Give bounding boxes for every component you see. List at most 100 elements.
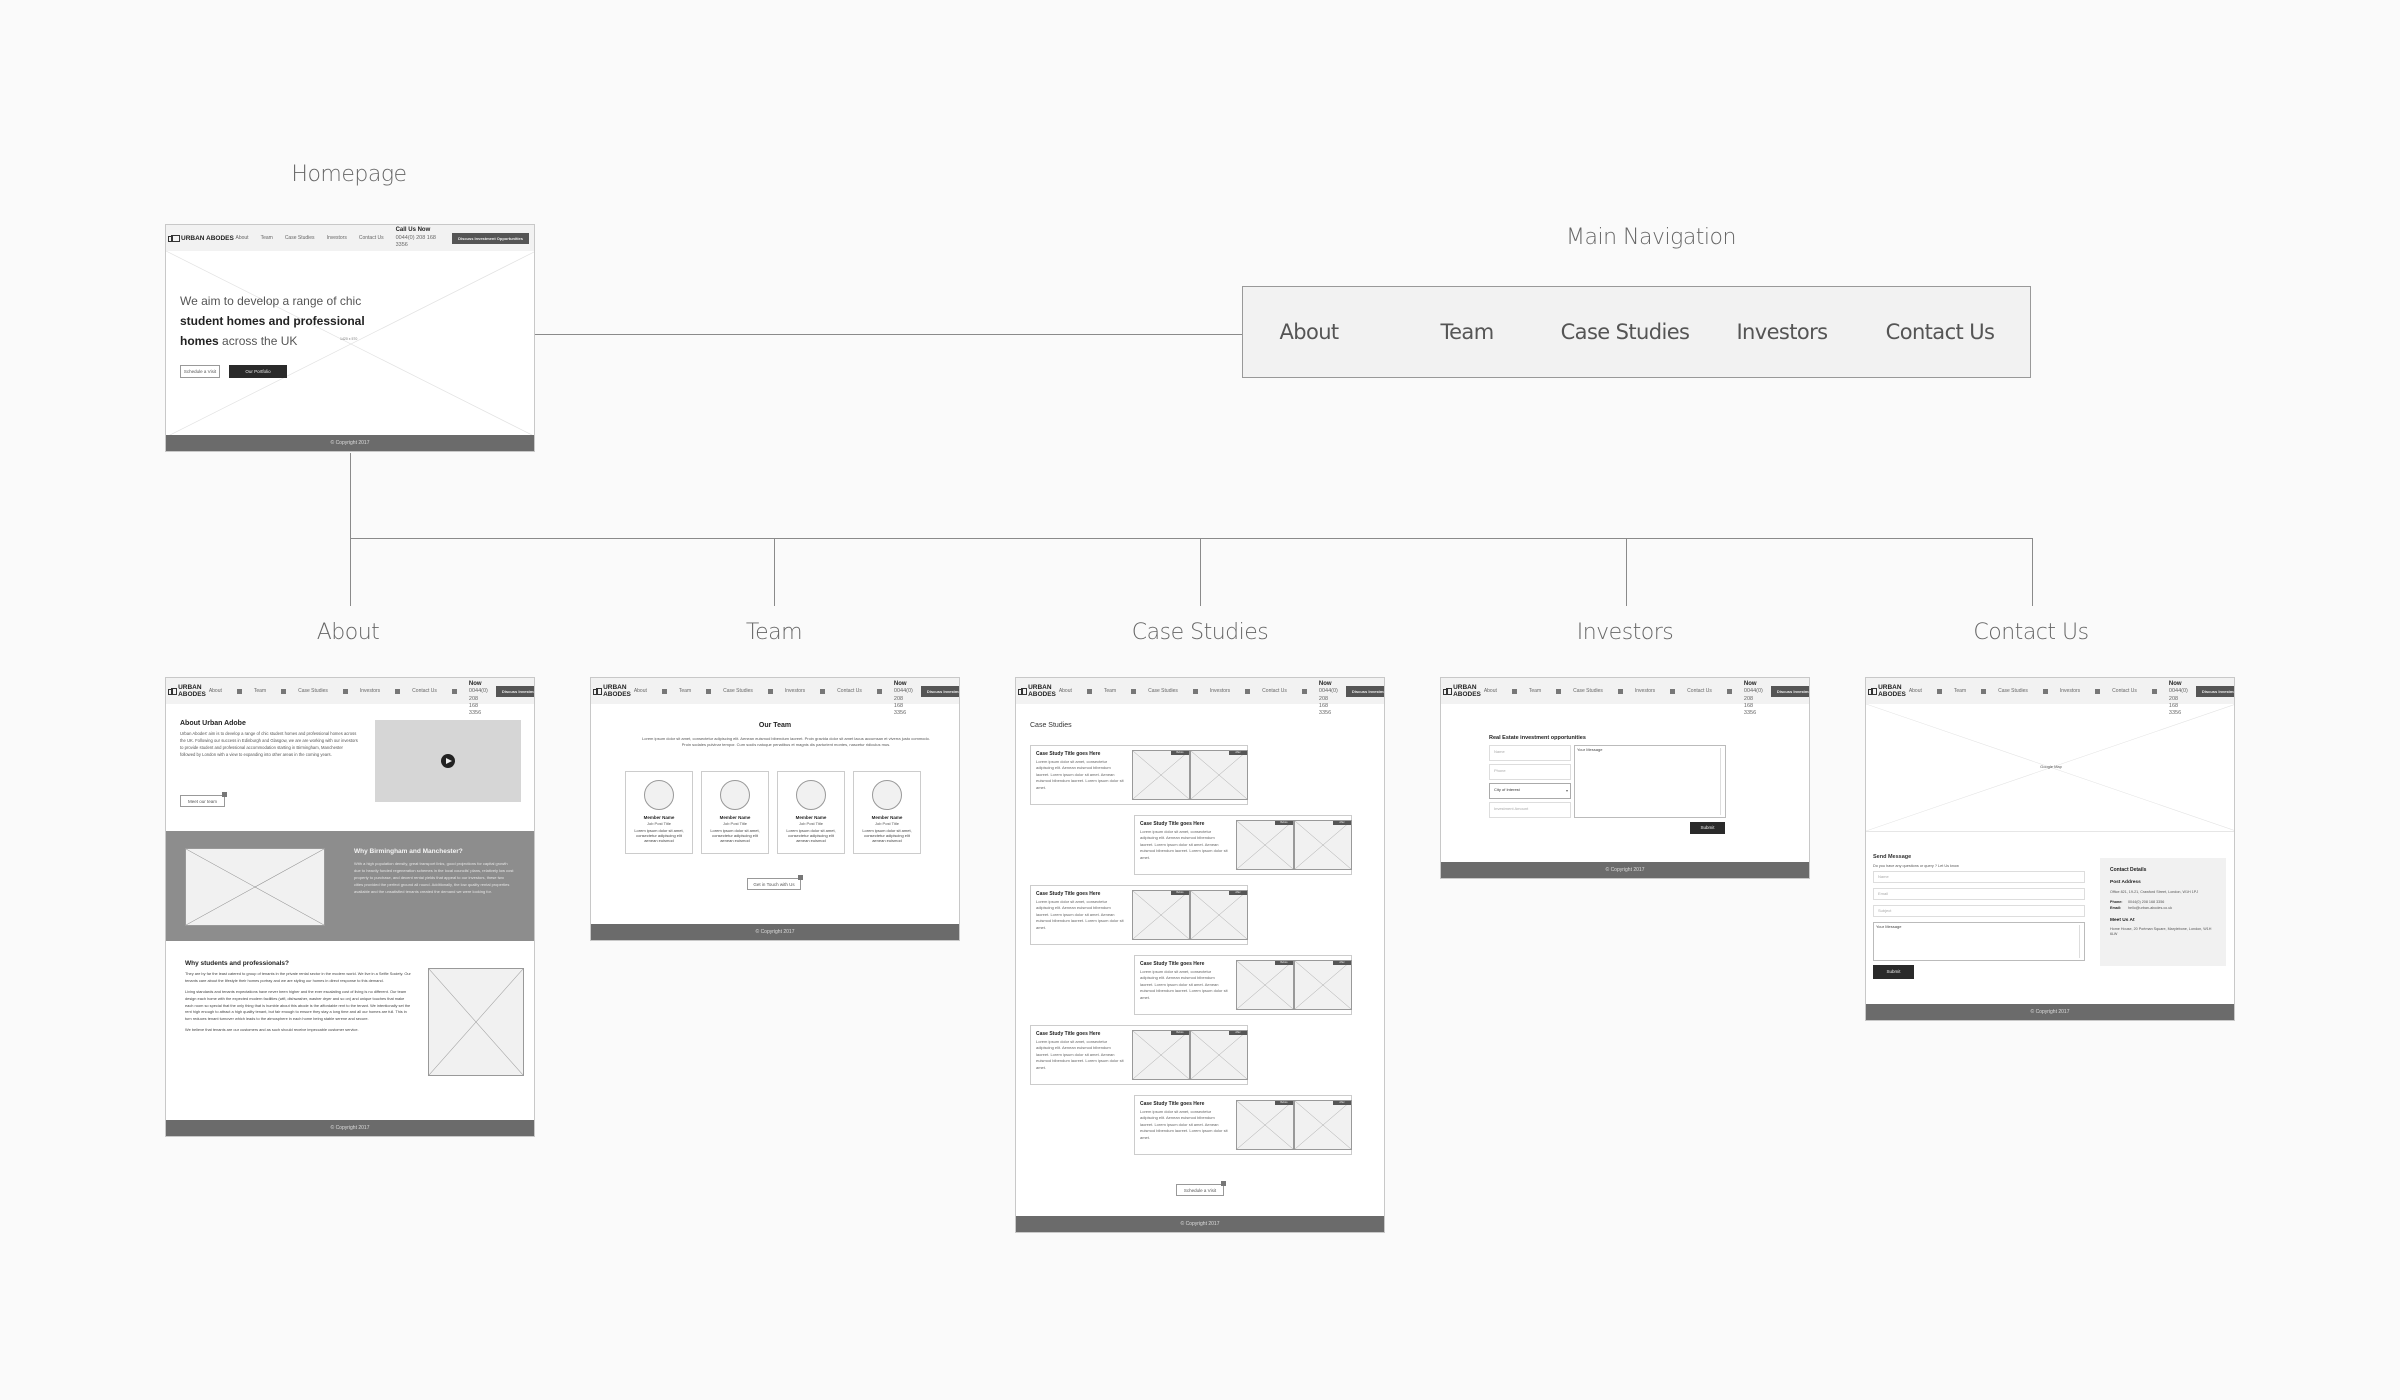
- nav-contact[interactable]: Contact Us: [412, 688, 457, 694]
- link-marker-icon: [222, 792, 227, 797]
- main-nav-case-studies[interactable]: Case Studies: [1561, 320, 1690, 344]
- logo[interactable]: URBAN ABODES: [1442, 684, 1484, 698]
- email-input[interactable]: Email: [1873, 888, 2085, 900]
- case-study-card[interactable]: Case Study Title goes Here Lorem ipsum d…: [1030, 885, 1248, 945]
- nav-case-studies[interactable]: Case Studies: [285, 235, 315, 241]
- nav-investors[interactable]: Investors: [1635, 688, 1676, 694]
- cta-button[interactable]: Discuss Investment Opportunities: [920, 685, 959, 697]
- case-study-card[interactable]: Case Study Title goes Here Lorem ipsum d…: [1134, 815, 1352, 875]
- nav-team[interactable]: Team: [254, 688, 287, 694]
- nav-team[interactable]: Team: [679, 688, 712, 694]
- link-marker-icon: [236, 688, 242, 694]
- phone-number[interactable]: 0044(0) 208 168 3356: [396, 235, 436, 248]
- after-tag: After: [1333, 1101, 1351, 1105]
- header-nav: About Team Case Studies Investors Contac…: [1484, 688, 1744, 694]
- nav-about[interactable]: About: [1484, 688, 1517, 694]
- case-study-text: Lorem ipsum dolor sit amet, consectetur …: [1036, 1039, 1124, 1070]
- building-icon: [592, 687, 603, 695]
- nav-team[interactable]: Team: [1104, 688, 1137, 694]
- cta-button[interactable]: Discuss Investment Opportunities: [1770, 685, 1809, 697]
- link-marker-icon: [1301, 688, 1307, 694]
- nav-contact[interactable]: Contact Us: [837, 688, 882, 694]
- nav-investors[interactable]: Investors: [360, 688, 401, 694]
- meet-team-button[interactable]: Meet our team: [180, 795, 225, 807]
- header-nav: About Team Case Studies Investors Contac…: [236, 235, 396, 241]
- city-select[interactable]: City of Interest ▾: [1489, 783, 1571, 799]
- main-nav-about[interactable]: About: [1279, 320, 1339, 344]
- message-textarea[interactable]: Your Message: [1873, 922, 2085, 961]
- connector-case-studies: [1200, 538, 1201, 606]
- get-in-touch-button[interactable]: Get in Touch with Us: [747, 878, 801, 890]
- logo[interactable]: URBAN ABODES: [167, 684, 209, 698]
- name-input[interactable]: Name: [1873, 871, 2085, 883]
- nav-about[interactable]: About: [634, 688, 667, 694]
- footer: © Copyright 2017: [166, 1120, 534, 1136]
- team-wireframe: URBAN ABODES About Team Case Studies Inv…: [590, 677, 960, 941]
- name-input[interactable]: Name: [1489, 745, 1571, 761]
- phone-input[interactable]: Phone: [1489, 764, 1571, 780]
- cta-button[interactable]: Discuss Investment Opportunities: [2195, 685, 2234, 697]
- case-studies-title: Case Studies: [1030, 722, 1072, 729]
- portfolio-button[interactable]: Our Portfolio: [229, 365, 287, 378]
- nav-investors[interactable]: Investors: [327, 235, 347, 241]
- logo[interactable]: URBAN ABODES: [168, 234, 236, 242]
- schedule-visit-button[interactable]: Schedule a Visit: [1176, 1184, 1224, 1196]
- header-nav: About Team Case Studies Investors Contac…: [209, 688, 469, 694]
- after-tag: After: [1333, 961, 1351, 965]
- cta-button[interactable]: Discuss Investment Opportunities: [452, 232, 529, 244]
- nav-case-studies[interactable]: Case Studies: [723, 688, 773, 694]
- case-study-card[interactable]: Case Study Title goes Here Lorem ipsum d…: [1134, 955, 1352, 1015]
- nav-contact[interactable]: Contact Us: [2112, 688, 2157, 694]
- nav-team[interactable]: Team: [1529, 688, 1562, 694]
- nav-team[interactable]: Team: [1954, 688, 1987, 694]
- nav-case-studies[interactable]: Case Studies: [1573, 688, 1623, 694]
- play-icon[interactable]: [441, 754, 455, 768]
- submit-button[interactable]: Submit: [1690, 822, 1725, 834]
- video-placeholder[interactable]: [375, 720, 521, 802]
- message-textarea[interactable]: Your Message: [1574, 745, 1726, 818]
- main-nav-contact[interactable]: Contact Us: [1886, 320, 1995, 344]
- nav-case-studies[interactable]: Case Studies: [1148, 688, 1198, 694]
- investment-amount-input[interactable]: Investment Amount: [1489, 802, 1571, 818]
- nav-contact[interactable]: Contact Us: [359, 235, 384, 241]
- nav-team[interactable]: Team: [261, 235, 273, 241]
- main-nav-team[interactable]: Team: [1440, 320, 1494, 344]
- case-study-text: Lorem ipsum dolor sit amet, consectetur …: [1140, 969, 1228, 1000]
- nav-case-studies[interactable]: Case Studies: [298, 688, 348, 694]
- contact-phone[interactable]: 0044(0) 208 168 3356: [2128, 900, 2164, 904]
- map-placeholder[interactable]: Google Map: [1866, 704, 2234, 832]
- nav-investors[interactable]: Investors: [1210, 688, 1251, 694]
- submit-button[interactable]: Submit: [1873, 965, 1914, 979]
- nav-investors[interactable]: Investors: [2060, 688, 2101, 694]
- nav-about[interactable]: About: [236, 235, 249, 241]
- nav-investors[interactable]: Investors: [785, 688, 826, 694]
- logo[interactable]: URBAN ABODES: [1867, 684, 1909, 698]
- logo[interactable]: URBAN ABODES: [1017, 684, 1059, 698]
- logo[interactable]: URBAN ABODES: [592, 684, 634, 698]
- case-study-card[interactable]: Case Study Title goes Here Lorem ipsum d…: [1030, 745, 1248, 805]
- nav-about[interactable]: About: [1059, 688, 1092, 694]
- contact-email[interactable]: hello@urban-abodes.co.uk: [2128, 906, 2172, 910]
- nav-contact[interactable]: Contact Us: [1262, 688, 1307, 694]
- before-image-placeholder: Before: [1236, 820, 1294, 870]
- case-study-title: Case Study Title goes Here: [1140, 1101, 1205, 1107]
- main-nav-investors[interactable]: Investors: [1736, 320, 1828, 344]
- link-marker-icon: [1131, 688, 1137, 694]
- link-marker-icon: [1086, 688, 1092, 694]
- subject-input[interactable]: Subject: [1873, 905, 2085, 917]
- cta-button[interactable]: Discuss Investment Opportunities: [495, 685, 534, 697]
- site-header: URBAN ABODES About Team Case Studies Inv…: [1866, 678, 2234, 716]
- case-study-card[interactable]: Case Study Title goes Here Lorem ipsum d…: [1030, 1025, 1248, 1085]
- case-study-title: Case Study Title goes Here: [1140, 821, 1205, 827]
- nav-case-studies[interactable]: Case Studies: [1998, 688, 2048, 694]
- nav-about[interactable]: About: [209, 688, 242, 694]
- before-image-placeholder: Before: [1236, 1100, 1294, 1150]
- schedule-visit-button[interactable]: Schedule a Visit: [180, 365, 220, 378]
- link-marker-icon: [1192, 688, 1198, 694]
- nav-about[interactable]: About: [1909, 688, 1942, 694]
- case-study-card[interactable]: Case Study Title goes Here Lorem ipsum d…: [1134, 1095, 1352, 1155]
- link-marker-icon: [395, 688, 401, 694]
- link-marker-icon: [1511, 688, 1517, 694]
- nav-contact[interactable]: Contact Us: [1687, 688, 1732, 694]
- cta-button[interactable]: Discuss Investment Opportunities: [1345, 685, 1384, 697]
